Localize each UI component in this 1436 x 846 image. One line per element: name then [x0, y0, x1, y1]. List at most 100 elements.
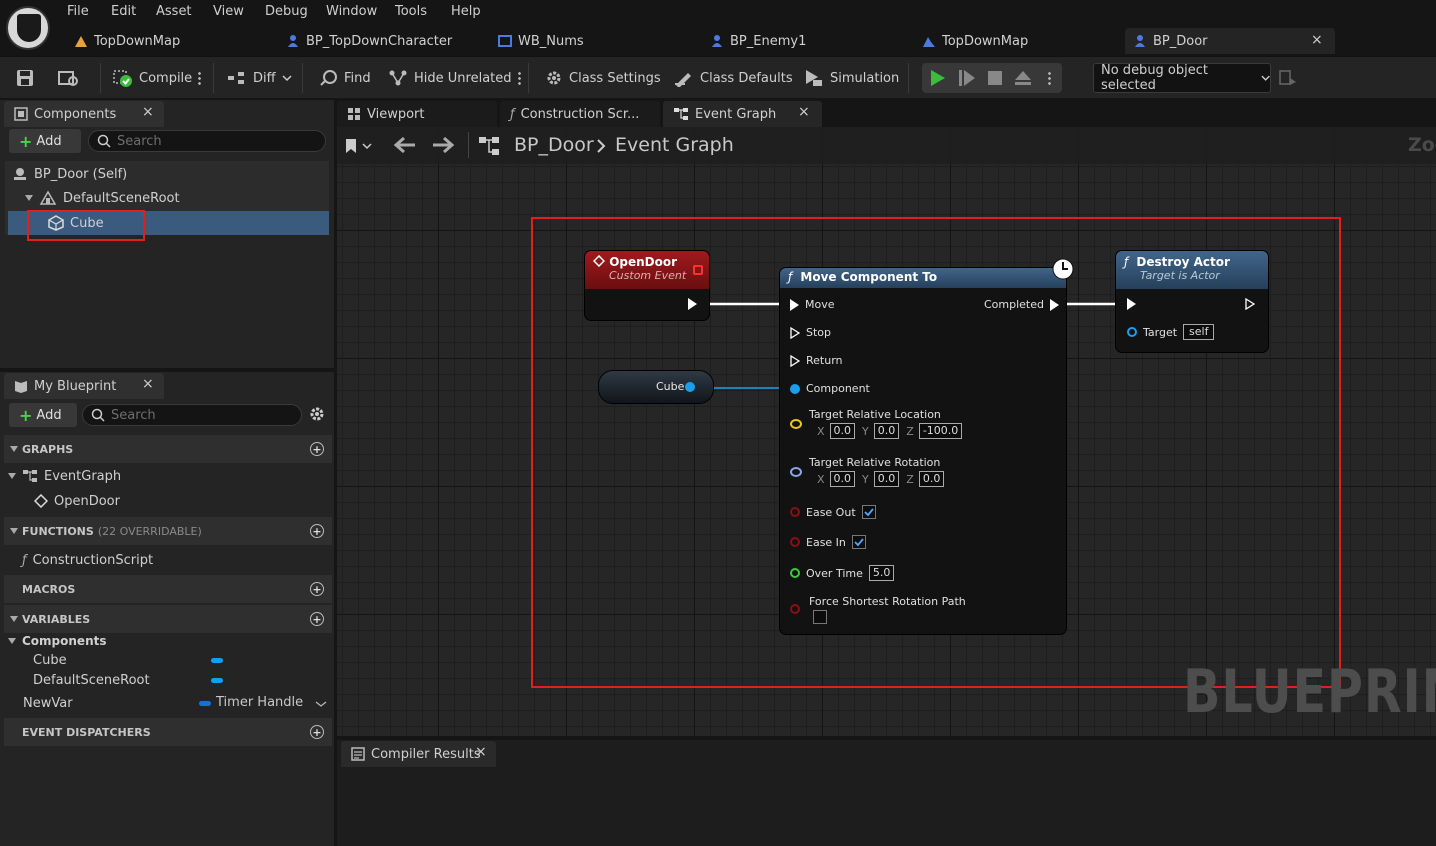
- close-tab-icon[interactable]: ×: [142, 104, 154, 120]
- add-variable-icon[interactable]: +: [310, 612, 324, 626]
- add-macro-icon[interactable]: +: [310, 582, 324, 596]
- hide-unrelated-options-icon[interactable]: [517, 71, 521, 85]
- menu-asset[interactable]: Asset: [156, 4, 192, 19]
- class-defaults-icon: [675, 73, 691, 87]
- search-icon: [91, 408, 105, 422]
- collapse-arrow-icon[interactable]: [10, 528, 18, 534]
- expand-arrow-icon[interactable]: [8, 638, 16, 644]
- section-macros[interactable]: MACROS +: [4, 575, 332, 603]
- compile-options-icon[interactable]: [198, 71, 202, 85]
- graph-item-label: EventGraph: [44, 468, 122, 484]
- section-title: VARIABLES: [22, 612, 91, 626]
- tree-item-defaultsceneroot[interactable]: DefaultSceneRoot: [25, 186, 180, 210]
- play-icon[interactable]: [930, 70, 946, 86]
- menu-view[interactable]: View: [213, 4, 244, 19]
- section-event-dispatchers[interactable]: EVENT DISPATCHERS +: [4, 718, 332, 746]
- collapse-arrow-icon[interactable]: [10, 616, 18, 622]
- simulation-icon: [806, 70, 822, 86]
- step-icon[interactable]: [959, 70, 975, 86]
- custom-event-icon: [34, 494, 48, 508]
- close-tab-icon[interactable]: ×: [142, 376, 154, 392]
- tab-event-graph[interactable]: Event Graph ×: [663, 101, 822, 127]
- graph-item-eventgraph[interactable]: EventGraph: [8, 464, 121, 488]
- doc-tab-bp-topdowncharacter[interactable]: BP_TopDownCharacter: [278, 28, 483, 54]
- eject-icon[interactable]: [1015, 70, 1031, 86]
- tab-components[interactable]: Components ×: [4, 101, 164, 127]
- components-icon: [14, 107, 28, 121]
- section-graphs[interactable]: GRAPHS +: [4, 435, 332, 463]
- stop-icon[interactable]: [988, 71, 1002, 85]
- section-variables[interactable]: VARIABLES +: [4, 605, 332, 633]
- chevron-down-icon: [1261, 75, 1270, 81]
- toolbar-separator: [908, 63, 909, 93]
- toolbar-separator: [100, 63, 101, 93]
- doc-tab-label: WB_Nums: [518, 33, 584, 49]
- doc-tab-topdownmap[interactable]: TopDownMap: [66, 28, 271, 54]
- simulation-button[interactable]: Simulation: [804, 57, 899, 99]
- expand-arrow-icon[interactable]: [8, 473, 16, 479]
- compile-button[interactable]: Compile: [113, 57, 202, 99]
- hide-unrelated-button[interactable]: Hide Unrelated: [388, 57, 521, 99]
- graph-item-opendoor[interactable]: OpenDoor: [34, 489, 120, 513]
- my-blueprint-search-input[interactable]: Search: [82, 404, 302, 426]
- doc-tab-topdownmap-2[interactable]: TopDownMap: [914, 28, 1119, 54]
- play-options-icon[interactable]: [1048, 71, 1051, 85]
- diff-button[interactable]: Diff: [227, 57, 292, 99]
- doc-tab-bp-door[interactable]: BP_Door ×: [1125, 28, 1335, 54]
- add-function-icon[interactable]: +: [310, 524, 324, 538]
- unreal-logo-icon[interactable]: [6, 6, 50, 50]
- collapse-arrow-icon[interactable]: [10, 446, 18, 452]
- doc-tab-wb-nums[interactable]: WB_Nums: [490, 28, 695, 54]
- tab-construction-script[interactable]: ƒ Construction Scr...: [500, 101, 660, 127]
- close-tab-icon[interactable]: ×: [1311, 32, 1323, 48]
- tab-viewport[interactable]: Viewport: [337, 101, 497, 127]
- expand-arrow-icon[interactable]: [25, 195, 33, 201]
- blueprint-editor-window: File Edit Asset View Debug Window Tools …: [0, 0, 1436, 846]
- add-dispatcher-icon[interactable]: +: [310, 725, 324, 739]
- viewport-icon: [348, 108, 360, 120]
- function-icon: ƒ: [22, 552, 27, 568]
- menu-edit[interactable]: Edit: [111, 4, 136, 19]
- find-button[interactable]: Find: [320, 57, 371, 99]
- search-placeholder: Search: [117, 133, 162, 149]
- debug-filter-icon[interactable]: [1279, 70, 1297, 86]
- debug-object-select[interactable]: No debug object selected: [1093, 63, 1271, 93]
- variable-item-defaultsceneroot[interactable]: DefaultSceneRoot: [33, 669, 150, 691]
- tab-label: Event Graph: [695, 106, 777, 122]
- variable-type-label[interactable]: Timer Handle: [216, 695, 303, 710]
- menu-bar: File Edit Asset View Debug Window Tools …: [0, 0, 1436, 56]
- menu-help[interactable]: Help: [451, 4, 481, 19]
- gear-icon[interactable]: [309, 406, 325, 422]
- menu-file[interactable]: File: [67, 4, 89, 19]
- tab-my-blueprint[interactable]: My Blueprint ×: [4, 373, 164, 399]
- doc-tab-label: BP_Enemy1: [730, 33, 807, 49]
- tree-item-self[interactable]: BP_Door (Self): [12, 162, 127, 186]
- function-item-constructionscript[interactable]: ƒ ConstructionScript: [22, 548, 153, 572]
- event-graph-canvas[interactable]: BP_Door Event Graph Zoo OpenDoor Custom …: [337, 127, 1436, 736]
- save-button[interactable]: [16, 57, 34, 99]
- add-member-button[interactable]: + Add: [9, 403, 77, 427]
- character-icon: [288, 35, 298, 47]
- section-functions[interactable]: FUNCTIONS (22 OVERRIDABLE) +: [4, 517, 332, 545]
- expand-type-icon[interactable]: [315, 700, 327, 708]
- variable-item-newvar[interactable]: NewVar: [23, 692, 73, 714]
- doc-tab-bp-enemy1[interactable]: BP_Enemy1: [702, 28, 907, 54]
- close-tab-icon[interactable]: ×: [475, 744, 487, 760]
- menu-window[interactable]: Window: [326, 4, 377, 19]
- character-icon: [712, 35, 722, 47]
- class-settings-button[interactable]: Class Settings: [545, 57, 661, 99]
- menu-debug[interactable]: Debug: [265, 4, 308, 19]
- actor-self-icon: [14, 168, 26, 180]
- add-component-button[interactable]: + Add: [9, 129, 81, 153]
- browse-button[interactable]: [58, 57, 80, 99]
- tab-compiler-results[interactable]: Compiler Results ×: [341, 741, 496, 767]
- components-search-input[interactable]: Search: [88, 130, 326, 152]
- debug-object-label: No debug object selected: [1101, 63, 1208, 93]
- variable-item-cube[interactable]: Cube: [33, 649, 67, 671]
- compiler-results-panel: Compiler Results ×: [337, 740, 1436, 846]
- menu-tools[interactable]: Tools: [395, 4, 427, 19]
- close-tab-icon[interactable]: ×: [798, 104, 810, 120]
- object-type-pill-icon: [211, 678, 223, 683]
- class-defaults-button[interactable]: Class Defaults: [674, 57, 793, 99]
- add-graph-icon[interactable]: +: [310, 442, 324, 456]
